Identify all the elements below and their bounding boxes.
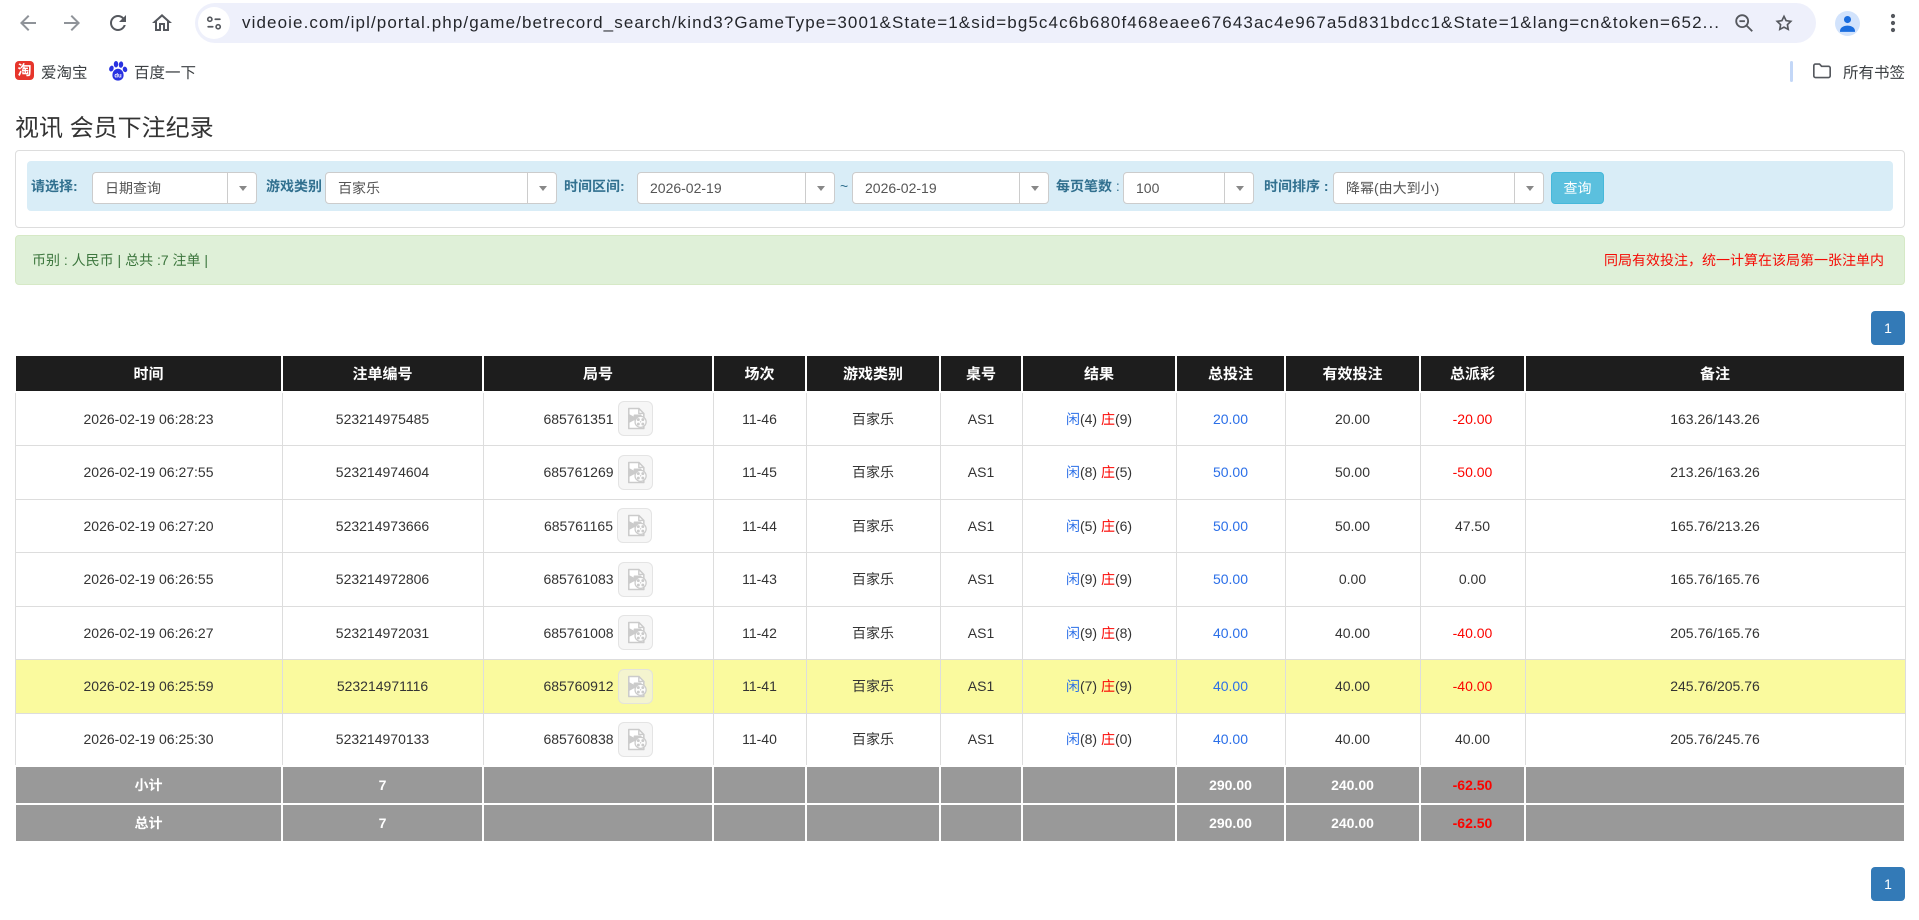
- svg-text:du: du: [114, 74, 122, 80]
